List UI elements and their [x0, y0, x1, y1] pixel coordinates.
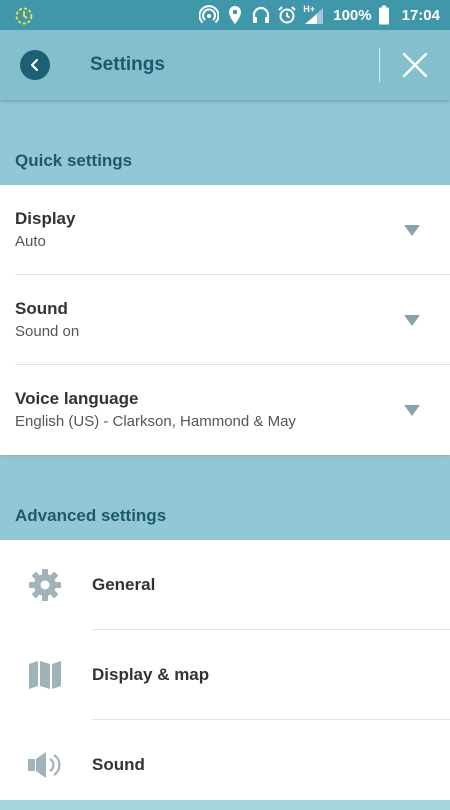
alarm-icon [277, 5, 297, 25]
advanced-item-display-map[interactable]: Display & map [0, 630, 450, 720]
quick-settings-header: Quick settings [0, 100, 450, 185]
setting-title: Sound [15, 299, 68, 318]
setting-title: Voice language [15, 389, 139, 408]
toolbar-divider [379, 48, 380, 82]
location-icon [225, 5, 245, 25]
advanced-item-label: General [92, 575, 156, 594]
map-icon [26, 656, 64, 694]
advanced-item-label: Sound [92, 755, 145, 774]
battery-icon [378, 5, 390, 25]
headphones-icon [251, 5, 271, 25]
battery-percent: 100% [333, 6, 372, 24]
hotspot-icon [199, 5, 220, 25]
page-title: Settings [90, 54, 165, 75]
advanced-settings-title: Advanced settings [15, 506, 167, 525]
status-bar: H+ 100% 17:04 [0, 0, 450, 30]
gear-icon [26, 566, 64, 604]
back-button[interactable] [20, 50, 50, 80]
network-type: H+ [303, 4, 316, 14]
quick-settings-list: Display Auto Sound Sound on Voice langua… [0, 185, 450, 455]
dropdown-arrow-icon[interactable] [404, 225, 420, 236]
signal-icon: H+ [303, 4, 325, 25]
advanced-item-label: Display & map [92, 665, 210, 684]
speaker-icon [26, 746, 64, 784]
advanced-settings-list: General Display & map Sound [0, 540, 450, 800]
top-app-bar: Settings [0, 30, 450, 100]
close-button[interactable] [398, 48, 432, 82]
sync-icon [14, 6, 34, 31]
quick-setting-display[interactable]: Display Auto [0, 185, 450, 275]
chevron-left-icon [28, 58, 42, 72]
quick-settings-title: Quick settings [15, 151, 133, 170]
close-icon [402, 52, 428, 78]
setting-title: Display [15, 209, 76, 228]
quick-setting-sound[interactable]: Sound Sound on [0, 275, 450, 365]
advanced-settings-header: Advanced settings [0, 458, 450, 540]
setting-value: Auto [15, 233, 46, 250]
clock: 17:04 [401, 6, 440, 24]
dropdown-arrow-icon[interactable] [404, 315, 420, 326]
quick-setting-voice-language[interactable]: Voice language English (US) - Clarkson, … [0, 365, 450, 455]
advanced-item-sound[interactable]: Sound [0, 720, 450, 810]
setting-value: English (US) - Clarkson, Hammond & May [15, 413, 296, 430]
setting-value: Sound on [15, 323, 80, 340]
dropdown-arrow-icon[interactable] [404, 405, 420, 416]
advanced-item-general[interactable]: General [0, 540, 450, 630]
